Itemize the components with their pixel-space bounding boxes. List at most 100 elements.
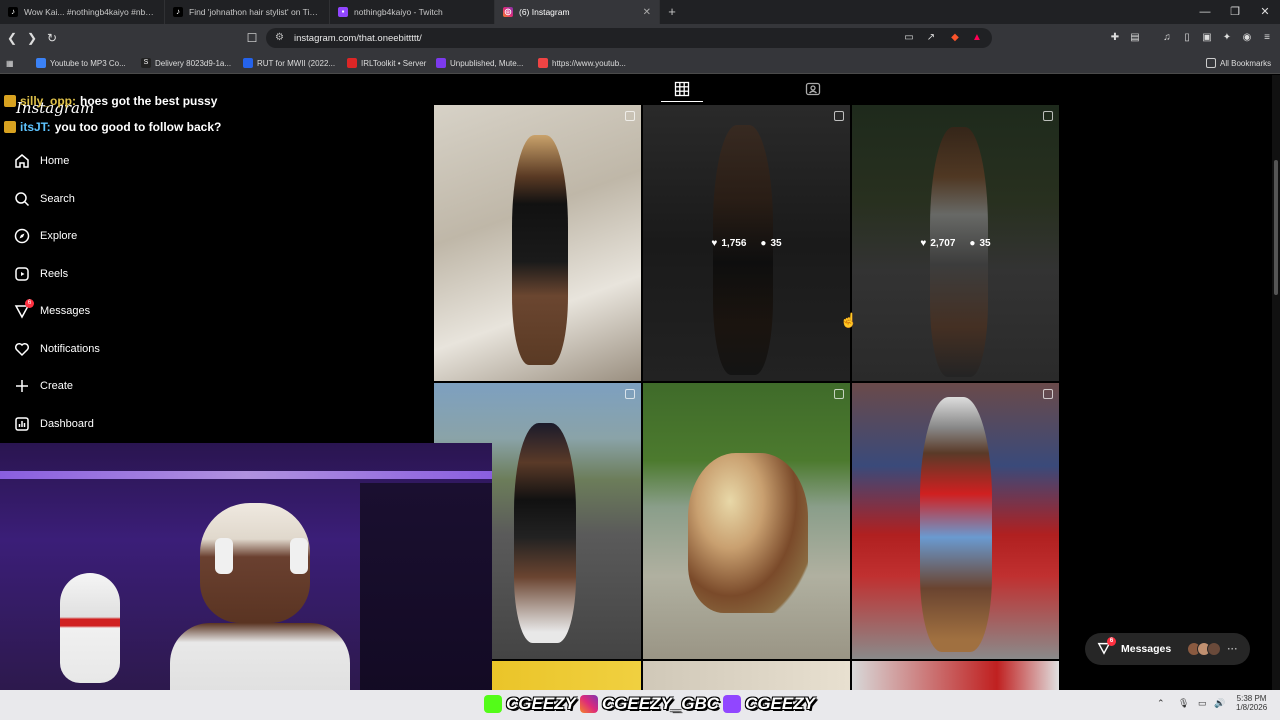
heart-icon: ♥	[711, 237, 718, 249]
profile-tabs	[434, 75, 1060, 103]
share-icon[interactable]: ↗	[924, 31, 938, 45]
comments-count: 35	[770, 237, 782, 249]
tab-tiktok-2[interactable]: ♪ Find 'johnathon hair stylist' on TikTo…	[165, 0, 330, 24]
maximize-button[interactable]: ❐	[1220, 0, 1250, 24]
post-thumbnail[interactable]	[852, 661, 1059, 690]
heart-icon: ♥	[920, 237, 927, 249]
reels-icon	[13, 265, 31, 283]
nav-search[interactable]: Search	[13, 189, 75, 209]
nav-explore[interactable]: Explore	[13, 226, 77, 246]
chat-message: itsJT: you too good to follow back?	[4, 120, 221, 134]
handle-text: CGEEZY	[506, 694, 576, 713]
likes-count: 2,707	[930, 237, 956, 249]
headphones-icon	[290, 538, 308, 574]
instagram-icon: ◎	[503, 7, 513, 17]
post-thumbnail[interactable]: ♥ 2,707 ● 35	[852, 105, 1059, 381]
snowman-decoration	[60, 573, 120, 683]
youtube-icon	[538, 58, 548, 68]
reading-list-icon[interactable]: ▯	[1180, 31, 1194, 45]
tab-title: Find 'johnathon hair stylist' on TikTok	[189, 7, 321, 17]
doc-icon	[243, 58, 253, 68]
bookmark-item[interactable]: S Delivery 8023d9-1a...	[141, 56, 231, 70]
media-icon[interactable]: ♫	[1160, 31, 1174, 45]
new-tab-button[interactable]: +	[660, 0, 684, 24]
avatar-stack	[1187, 642, 1222, 656]
bookmark-label: Unpublished, Mute...	[450, 58, 524, 68]
nav-label: Create	[40, 380, 74, 392]
url-bar[interactable]: ⚙ instagram.com/that.oneebittttt/	[266, 28, 992, 48]
clock[interactable]: 5:38 PM 1/8/2026	[1236, 694, 1267, 712]
chat-message: silly_opp: hoes got the best pussy	[4, 94, 217, 108]
post-thumbnail[interactable]	[434, 105, 641, 381]
bookmark-item[interactable]: IRLToolkit • Server	[347, 56, 426, 70]
tab-strip: ♪ Wow Kai... #nothingb4kaiyo #nb4 # ♪ Fi…	[0, 0, 1280, 24]
bookmark-item[interactable]: https://www.youtub...	[538, 56, 626, 70]
brave-rewards-icon[interactable]: ▲	[970, 31, 984, 45]
site-info-icon[interactable]: ⚙	[275, 32, 284, 43]
post-stats: ♥ 1,756 ● 35	[643, 105, 850, 381]
posts-grid-icon[interactable]	[661, 81, 703, 102]
twitch-icon	[723, 695, 742, 713]
menu-icon[interactable]: ≡	[1260, 31, 1274, 45]
bookmark-item[interactable]: RUT for MWII (2022...	[243, 56, 335, 70]
bookmark-item[interactable]: Youtube to MP3 Co...	[36, 56, 126, 70]
post-stats	[852, 383, 1059, 659]
bookmark-label: Delivery 8023d9-1a...	[155, 58, 232, 68]
post-thumbnail[interactable]	[852, 383, 1059, 659]
chat-text: hoes got the best pussy	[80, 94, 218, 108]
messages-icon: 6	[13, 299, 34, 320]
extensions-icon[interactable]: ✚	[1108, 31, 1122, 45]
forward-button[interactable]: ❯	[24, 30, 40, 46]
volume-icon[interactable]: 🔊	[1214, 698, 1225, 709]
more-icon[interactable]: ···	[1227, 643, 1238, 655]
explore-icon	[13, 227, 31, 245]
nav-reels[interactable]: Reels	[13, 264, 68, 284]
close-tab-icon[interactable]: ✕	[643, 7, 651, 18]
comment-icon: ●	[969, 237, 976, 249]
led-strip	[0, 471, 492, 479]
tagged-icon[interactable]	[805, 81, 821, 97]
close-window-button[interactable]: ✕	[1250, 0, 1280, 24]
hand-cursor-icon: ☝	[840, 312, 858, 328]
reload-button[interactable]: ↻	[44, 30, 60, 46]
nav-home[interactable]: Home	[13, 151, 69, 171]
nav-messages[interactable]: 6 Messages	[13, 299, 90, 321]
post-thumbnail[interactable]: ♥ 1,756 ● 35	[643, 105, 850, 381]
post-stats	[643, 383, 850, 659]
tab-tiktok-1[interactable]: ♪ Wow Kai... #nothingb4kaiyo #nb4 #	[0, 0, 165, 24]
tab-twitch[interactable]: ▪ nothingb4kaiyo - Twitch	[330, 0, 495, 24]
all-bookmarks[interactable]: All Bookmarks	[1206, 56, 1271, 70]
nav-notifications[interactable]: Notifications	[13, 339, 100, 359]
tab-title: Wow Kai... #nothingb4kaiyo #nb4 #	[24, 7, 156, 17]
nav-create[interactable]: Create	[13, 376, 73, 396]
apps-icon[interactable]: ▦	[6, 56, 14, 70]
nav-dashboard[interactable]: Dashboard	[13, 414, 94, 434]
leo-ai-icon[interactable]: ✦	[1220, 31, 1234, 45]
bookmark-star-icon[interactable]: ☐	[244, 30, 260, 46]
chat-username: itsJT:	[20, 120, 51, 134]
headphones-icon	[215, 538, 233, 574]
nav-label: Search	[40, 193, 75, 205]
post-stats: ♥ 2,707 ● 35	[852, 105, 1059, 381]
tray-chevron-icon[interactable]: ⌃	[1157, 698, 1165, 709]
bookmark-item[interactable]: Unpublished, Mute...	[436, 56, 523, 70]
scrollbar-thumb[interactable]	[1274, 160, 1278, 295]
address-toolbar: ❮ ❯ ↻ ☐ ⚙ instagram.com/that.oneebittttt…	[0, 24, 1280, 52]
network-icon[interactable]: ▭	[1198, 698, 1207, 709]
vpn-icon[interactable]: ◉	[1240, 31, 1254, 45]
cast-icon[interactable]: ▭	[902, 31, 916, 45]
minimize-button[interactable]: —	[1190, 0, 1220, 24]
tab-instagram[interactable]: ◎ (6) Instagram ✕	[495, 0, 660, 24]
nav-label: Dashboard	[40, 418, 94, 430]
sidebar-icon[interactable]: ▤	[1128, 31, 1142, 45]
notification-badge: 6	[25, 299, 34, 308]
folder-icon	[1206, 58, 1216, 68]
brave-shield-icon[interactable]: ◆	[948, 31, 962, 45]
post-thumbnail[interactable]	[643, 383, 850, 659]
post-thumbnail[interactable]	[643, 661, 850, 690]
bookmark-label: RUT for MWII (2022...	[257, 58, 336, 68]
messages-pill[interactable]: 6 Messages ···	[1085, 633, 1250, 665]
wallet-icon[interactable]: ▣	[1200, 31, 1214, 45]
microphone-icon[interactable]: 🎙	[1178, 698, 1189, 709]
back-button[interactable]: ❮	[4, 30, 20, 46]
